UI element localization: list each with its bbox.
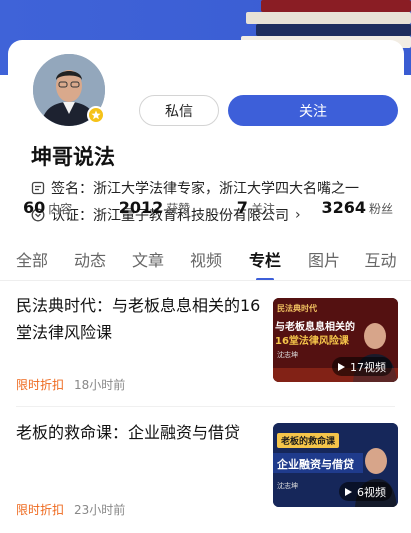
profile-name: 坤哥说法 [31, 145, 115, 169]
content-tabs: 全部 动态 文章 视频 专栏 图片 互动 [0, 247, 411, 281]
thumb-text: 民法典时代 [277, 304, 317, 313]
item-title: 老板的救命课：企业融资与借贷 [16, 423, 241, 442]
stat-label: 内容 [48, 202, 73, 216]
video-count-badge: 6视频 [339, 482, 392, 501]
tab-columns[interactable]: 专栏 [232, 247, 298, 281]
stat-fans[interactable]: 3264 粉丝 [321, 198, 393, 217]
item-divider [16, 406, 395, 407]
item-thumbnail[interactable]: 老板的救命课 企业融资与借贷 沈志坤 6视频 [273, 423, 398, 507]
tab-all[interactable]: 全部 [0, 247, 64, 281]
thumb-text: 企业融资与借贷 [277, 458, 354, 471]
tab-updates[interactable]: 动态 [64, 247, 116, 281]
list-item[interactable]: 民法典时代：与老板息息相关的16堂法律风险课 限时折扣 18小时前 民法典时代 … [16, 292, 398, 402]
item-time: 18小时前 [74, 378, 126, 392]
discount-tag: 限时折扣 [16, 503, 65, 517]
tab-images[interactable]: 图片 [298, 247, 350, 281]
list-item[interactable]: 老板的救命课：企业融资与借贷 限时折扣 23小时前 老板的救命课 企业融资与借贷… [16, 419, 398, 529]
video-count: 17视频 [350, 360, 386, 374]
verified-badge-icon [87, 106, 105, 124]
item-time: 23小时前 [74, 503, 126, 517]
video-count: 6视频 [357, 485, 386, 499]
video-count-badge: 17视频 [332, 357, 392, 376]
signature-label: 签名： [51, 181, 93, 197]
tab-articles[interactable]: 文章 [116, 247, 180, 281]
play-icon [345, 487, 352, 496]
stat-label: 获赞 [166, 202, 191, 216]
item-meta: 限时折扣 18小时前 [16, 376, 125, 393]
thumb-text: 老板的救命课 [277, 433, 340, 448]
stat-label: 粉丝 [368, 202, 393, 216]
stat-value: 3264 [321, 198, 366, 217]
stat-value: 7 [236, 198, 248, 217]
stat-following[interactable]: 7 关注 [237, 198, 275, 217]
profile-stats: 60 内容 2012 获赞 7 关注 3264 粉丝 [23, 198, 393, 217]
stat-likes: 2012 获赞 [119, 198, 191, 217]
stat-value: 2012 [118, 198, 164, 217]
stat-value: 60 [23, 198, 46, 217]
signature-row: 签名： 浙江大学法律专家，浙江大学四大名嘴之一 [31, 178, 359, 198]
signature-icon [31, 181, 45, 195]
tab-interactions[interactable]: 互动 [350, 247, 411, 281]
discount-tag: 限时折扣 [16, 378, 65, 392]
play-icon [338, 362, 345, 371]
message-button[interactable]: 私信 [139, 95, 219, 126]
thumb-text: 沈志坤 [277, 351, 298, 359]
thumb-text: 与老板息息相关的 [275, 322, 355, 333]
item-meta: 限时折扣 23小时前 [16, 501, 125, 518]
thumb-text: 16堂法律风险课 [275, 336, 349, 347]
stat-contents[interactable]: 60 内容 [23, 198, 72, 217]
item-thumbnail[interactable]: 民法典时代 与老板息息相关的 16堂法律风险课 沈志坤 17视频 [273, 298, 398, 382]
stat-label: 关注 [250, 202, 275, 216]
tab-videos[interactable]: 视频 [180, 247, 232, 281]
thumb-text: 沈志坤 [277, 482, 298, 490]
follow-button[interactable]: 关注 [228, 95, 398, 126]
tab-columns-label: 专栏 [248, 251, 281, 270]
signature-text: 浙江大学法律专家，浙江大学四大名嘴之一 [93, 181, 359, 197]
tabs-divider [0, 280, 411, 281]
item-title: 民法典时代：与老板息息相关的16堂法律风险课 [16, 296, 261, 342]
